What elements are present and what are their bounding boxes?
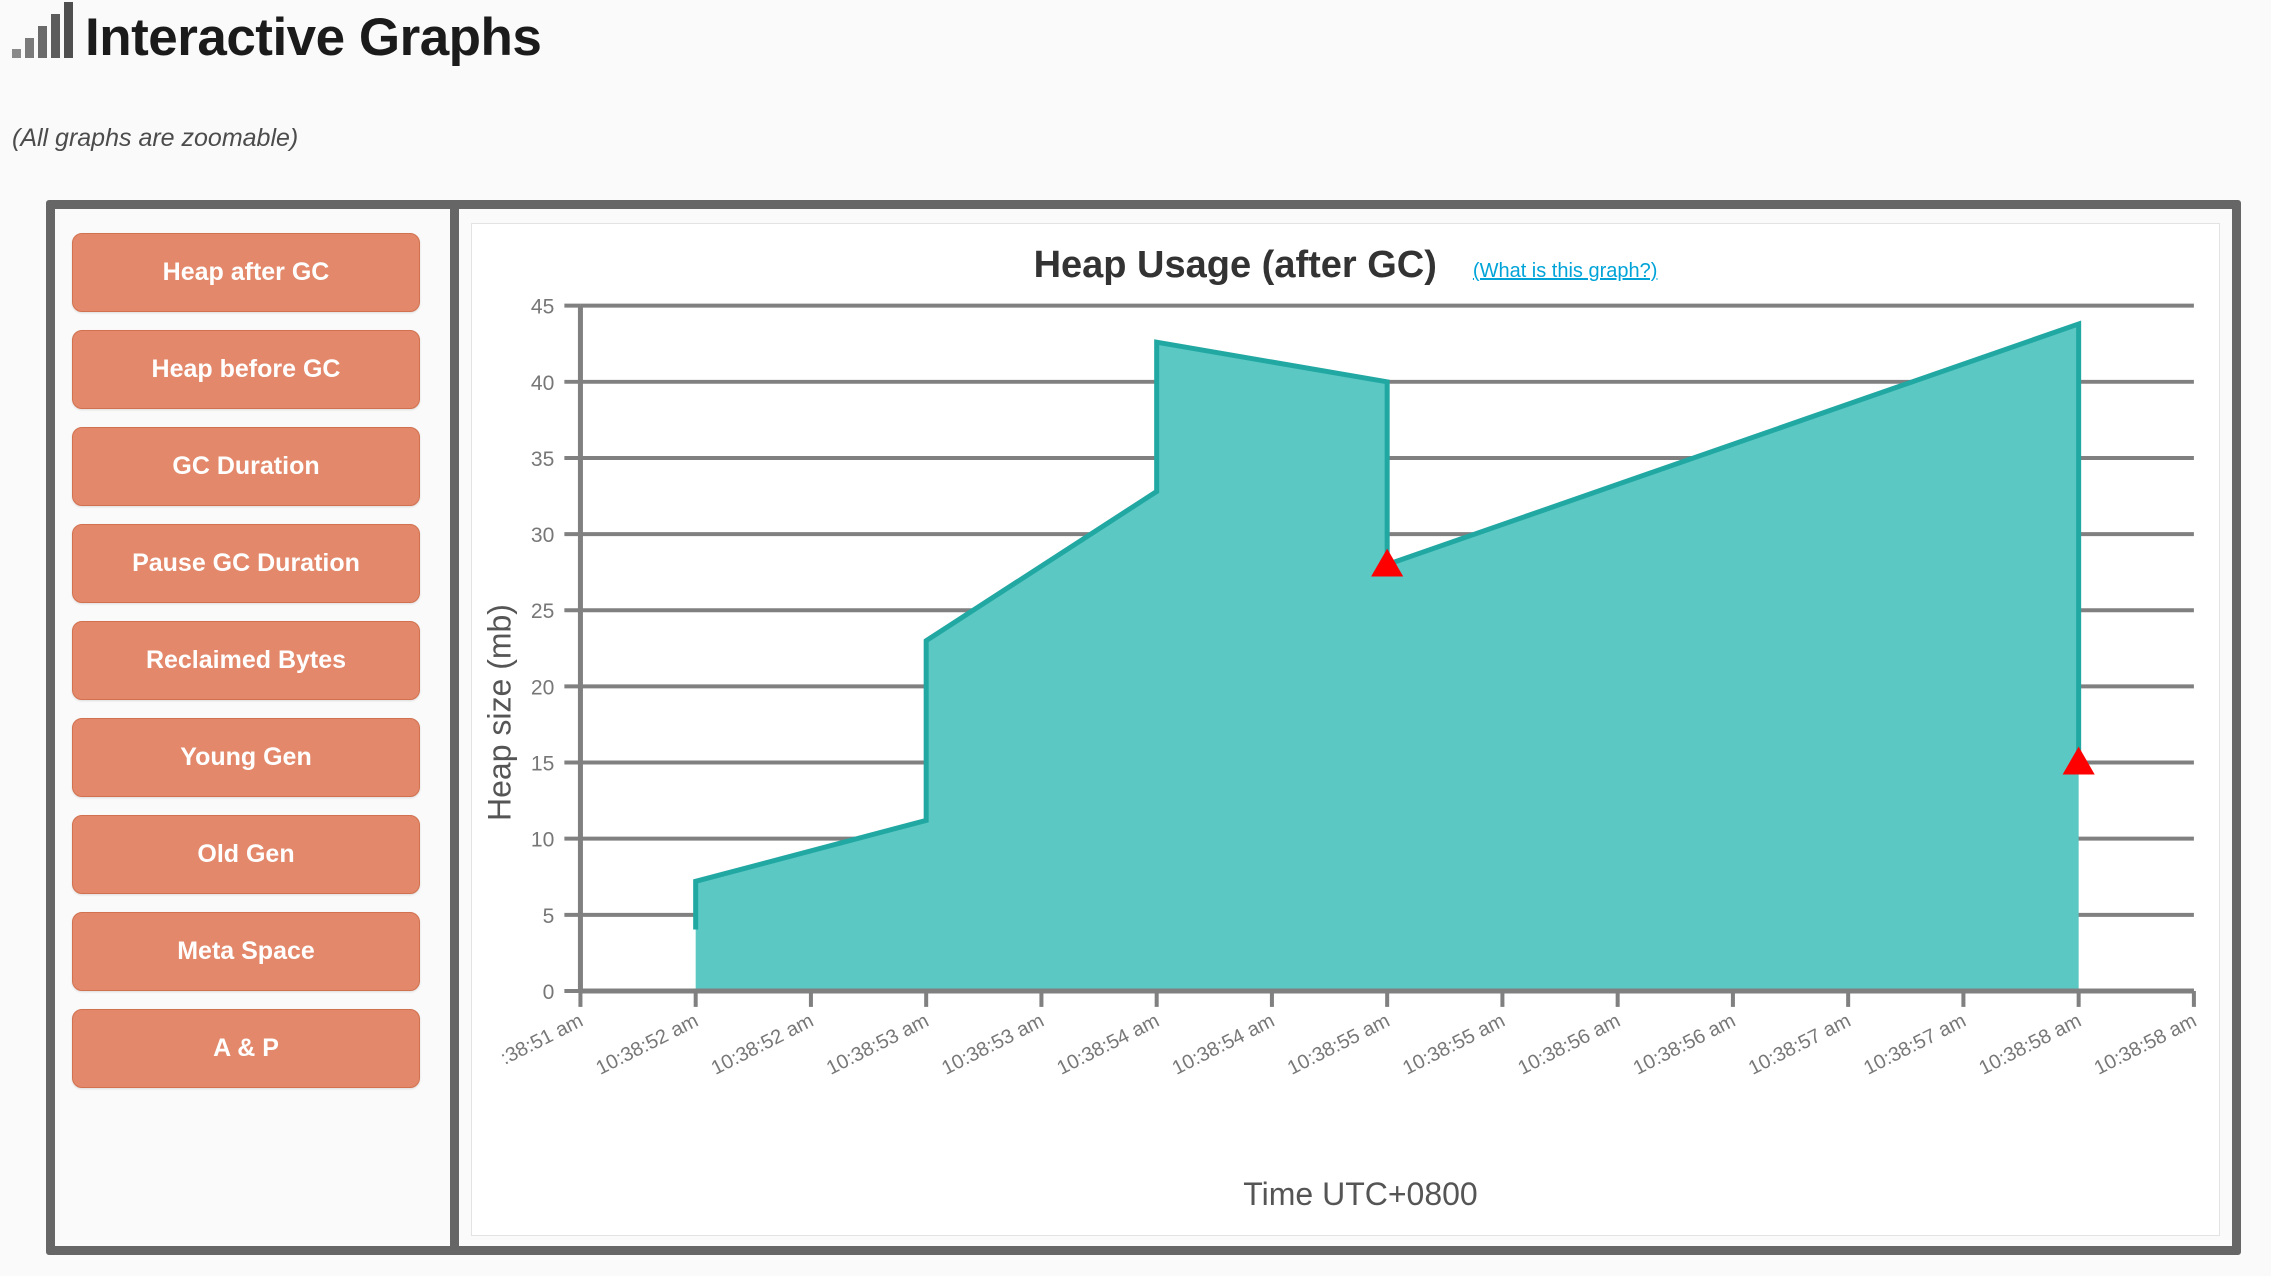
svg-text:25: 25 <box>531 600 554 623</box>
sidebar-item-label: Old Gen <box>197 840 295 868</box>
sidebar-item-gc-duration[interactable]: GC Duration <box>72 427 420 506</box>
svg-text:10:38:55 am: 10:38:55 am <box>1284 1010 1394 1080</box>
bar-chart-icon <box>12 2 73 58</box>
sidebar-item-label: A & P <box>213 1034 279 1062</box>
sidebar-item-heap-after-gc[interactable]: Heap after GC <box>72 233 420 312</box>
x-axis-label: Time UTC+0800 <box>1243 1176 1478 1212</box>
sidebar-item-heap-before-gc[interactable]: Heap before GC <box>72 330 420 409</box>
content-frame: Heap after GC Heap before GC GC Duration… <box>46 200 2241 1255</box>
chart-panel: Heap Usage (after GC) (What is this grap… <box>459 209 2232 1246</box>
svg-text:10:38:57 am: 10:38:57 am <box>1860 1010 1970 1080</box>
sidebar-item-label: Heap after GC <box>162 258 330 286</box>
plot-area[interactable]: 0 5 10 15 20 25 30 35 40 45:38:51 am 10:38:52 am 10… <box>472 224 2219 1235</box>
svg-text:10:38:57 am: 10:38:57 am <box>1745 1010 1855 1080</box>
page-header: Interactive Graphs (All graphs are zooma… <box>0 0 2271 196</box>
svg-text:5: 5 <box>543 905 555 928</box>
svg-text:35: 35 <box>531 448 554 471</box>
sidebar-item-pause-gc-duration[interactable]: Pause GC Duration <box>72 524 420 603</box>
chart-card: Heap Usage (after GC) (What is this grap… <box>471 223 2220 1236</box>
svg-text:40: 40 <box>531 372 554 395</box>
svg-text:10:38:53 am: 10:38:53 am <box>938 1010 1048 1080</box>
sidebar-item-label: Reclaimed Bytes <box>145 646 347 674</box>
sidebar-item-a-and-p[interactable]: A & P <box>72 1009 420 1088</box>
sidebar-item-label: GC Duration <box>172 452 320 480</box>
svg-text:10:38:53 am: 10:38:53 am <box>823 1010 933 1080</box>
svg-text:10:38:58 am: 10:38:58 am <box>1975 1010 2085 1080</box>
sidebar-item-reclaimed-bytes[interactable]: Reclaimed Bytes <box>72 621 420 700</box>
title-row: Interactive Graphs <box>12 2 542 67</box>
page-subtitle: (All graphs are zoomable) <box>12 124 299 152</box>
svg-text:10:38:58 am: 10:38:58 am <box>2091 1010 2201 1080</box>
svg-text:10:38:54 am: 10:38:54 am <box>1053 1010 1163 1080</box>
sidebar-item-label: Pause GC Duration <box>132 549 360 577</box>
svg-text:10:38:52 am: 10:38:52 am <box>708 1010 818 1080</box>
page-title: Interactive Graphs <box>85 8 542 67</box>
sidebar-item-label: Meta Space <box>177 937 315 965</box>
sidebar-item-young-gen[interactable]: Young Gen <box>72 718 420 797</box>
svg-text:20: 20 <box>531 676 554 699</box>
sidebar-item-meta-space[interactable]: Meta Space <box>72 912 420 991</box>
svg-text:10:38:54 am: 10:38:54 am <box>1169 1010 1279 1080</box>
chart-svg[interactable]: 051015202530354045:38:51 am 10:38:52 am 10… <box>472 224 2219 1235</box>
svg-text:15: 15 <box>531 753 554 776</box>
svg-text:10: 10 <box>531 829 554 852</box>
graph-nav-sidebar: Heap after GC Heap before GC GC Duration… <box>55 209 459 1246</box>
sidebar-item-old-gen[interactable]: Old Gen <box>72 815 420 894</box>
y-axis-label: Heap size (mb) <box>481 604 518 821</box>
svg-text:45: 45 <box>531 296 554 319</box>
svg-text:30: 30 <box>531 524 554 547</box>
svg-text:0: 0 <box>543 981 555 1004</box>
svg-text:10:38:52 am: 10:38:52 am <box>592 1010 702 1080</box>
svg-text:10:38:56 am: 10:38:56 am <box>1514 1010 1624 1080</box>
page-root: Interactive Graphs (All graphs are zooma… <box>0 0 2271 1276</box>
svg-text:10:38:56 am: 10:38:56 am <box>1630 1010 1740 1080</box>
sidebar-item-label: Young Gen <box>180 743 312 771</box>
sidebar-item-label: Heap before GC <box>151 355 341 383</box>
svg-text:10:38:55 am: 10:38:55 am <box>1399 1010 1509 1080</box>
svg-text::38:51 am: :38:51 am <box>497 1010 587 1070</box>
